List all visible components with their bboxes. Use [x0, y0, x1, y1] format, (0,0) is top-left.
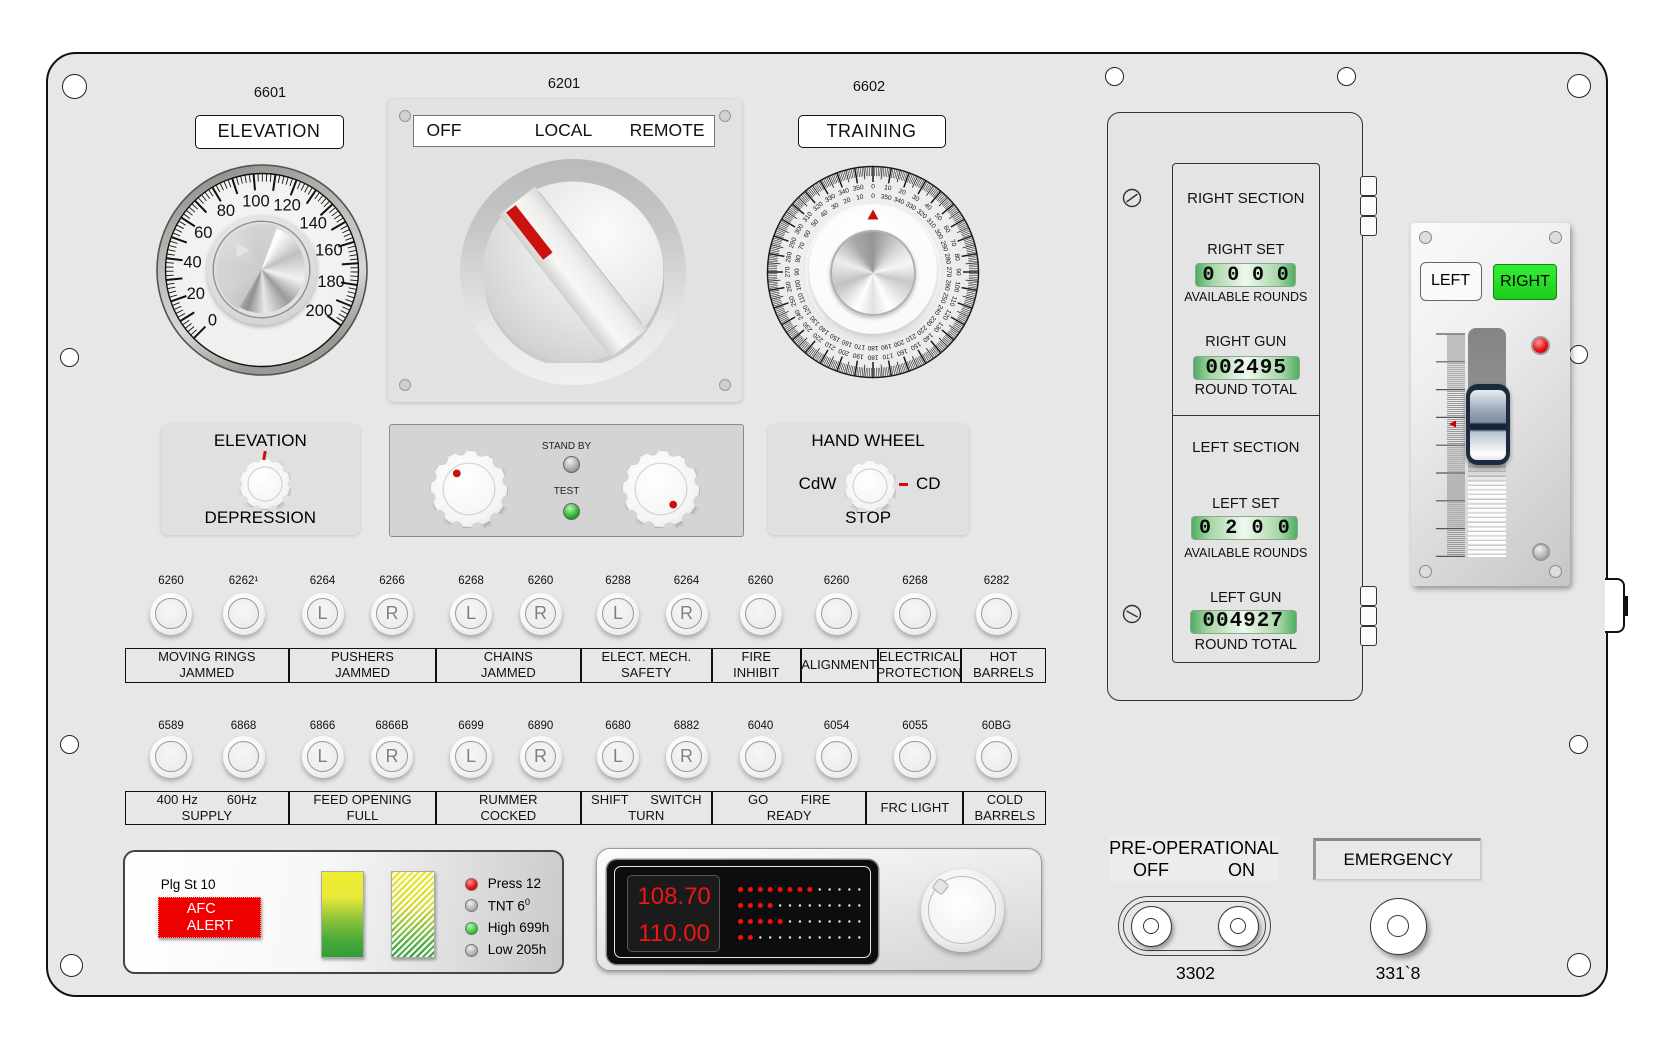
svg-text:270: 270	[945, 267, 952, 278]
svg-text:20: 20	[186, 284, 204, 302]
svg-text:80: 80	[216, 202, 234, 220]
svg-text:180: 180	[317, 273, 345, 291]
svg-text:60: 60	[194, 223, 212, 241]
svg-text:160: 160	[315, 241, 343, 259]
svg-text:180: 180	[867, 354, 878, 361]
svg-text:0: 0	[871, 184, 875, 191]
svg-text:40: 40	[183, 253, 201, 271]
svg-text:0: 0	[871, 193, 875, 200]
svg-text:270: 270	[784, 266, 791, 277]
svg-text:90: 90	[954, 268, 961, 276]
svg-text:200: 200	[305, 302, 333, 320]
svg-text:120: 120	[273, 196, 301, 214]
svg-text:90: 90	[794, 268, 801, 276]
svg-text:100: 100	[242, 192, 270, 210]
svg-text:180: 180	[867, 344, 878, 351]
